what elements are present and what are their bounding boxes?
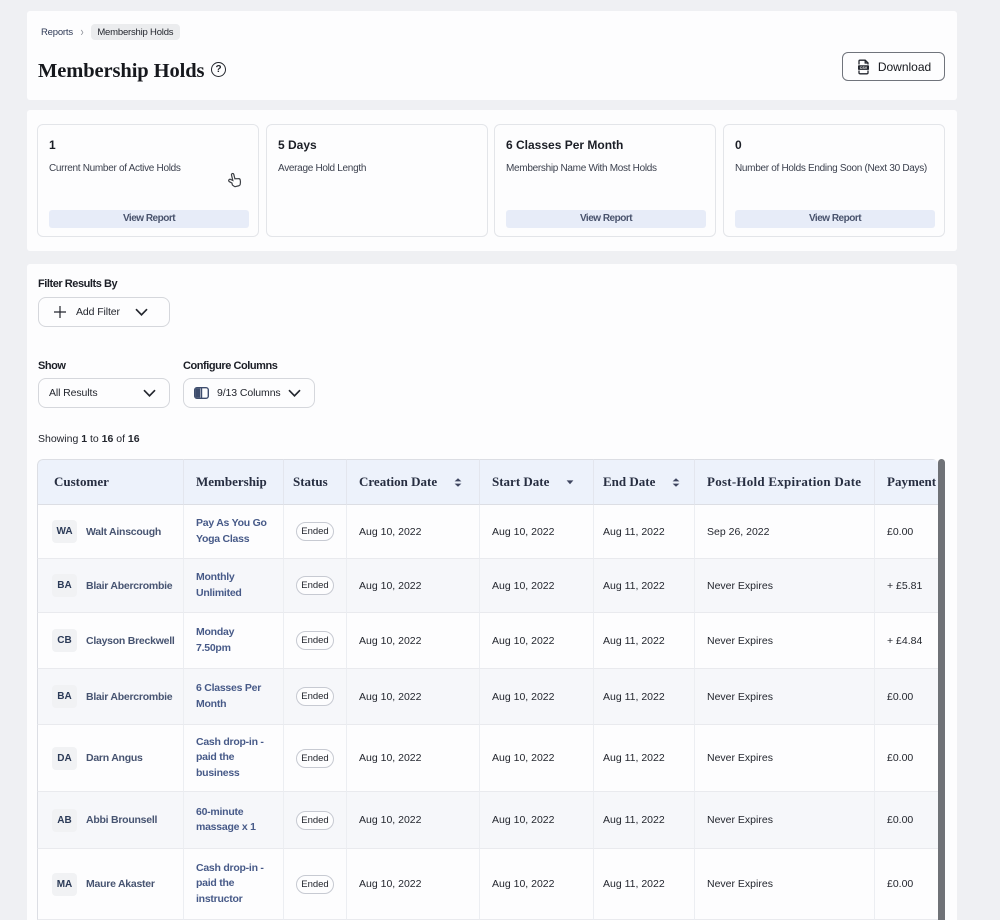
svg-text:CSV: CSV <box>860 66 868 70</box>
